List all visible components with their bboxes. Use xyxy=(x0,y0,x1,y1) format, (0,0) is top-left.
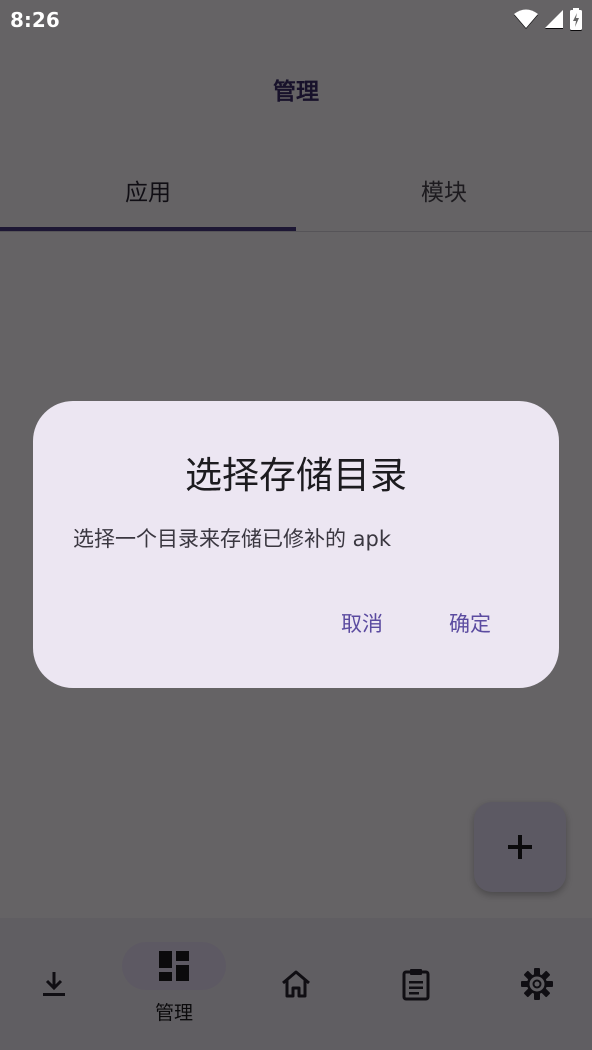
confirm-button[interactable]: 确定 xyxy=(439,601,501,645)
confirm-button-label: 确定 xyxy=(449,612,491,636)
cell-signal-icon xyxy=(545,10,563,28)
wifi-icon xyxy=(514,9,538,28)
status-time-overlay: 8:26 xyxy=(10,8,60,32)
cancel-button[interactable]: 取消 xyxy=(331,601,393,645)
select-storage-dialog: 选择存储目录 选择一个目录来存储已修补的 apk 取消 确定 xyxy=(33,401,559,688)
status-icons-overlay xyxy=(514,8,582,30)
dialog-message: 选择一个目录来存储已修补的 apk xyxy=(73,527,392,551)
dialog-title: 选择存储目录 xyxy=(185,454,407,497)
cancel-button-label: 取消 xyxy=(341,612,383,636)
battery-icon xyxy=(570,8,582,30)
